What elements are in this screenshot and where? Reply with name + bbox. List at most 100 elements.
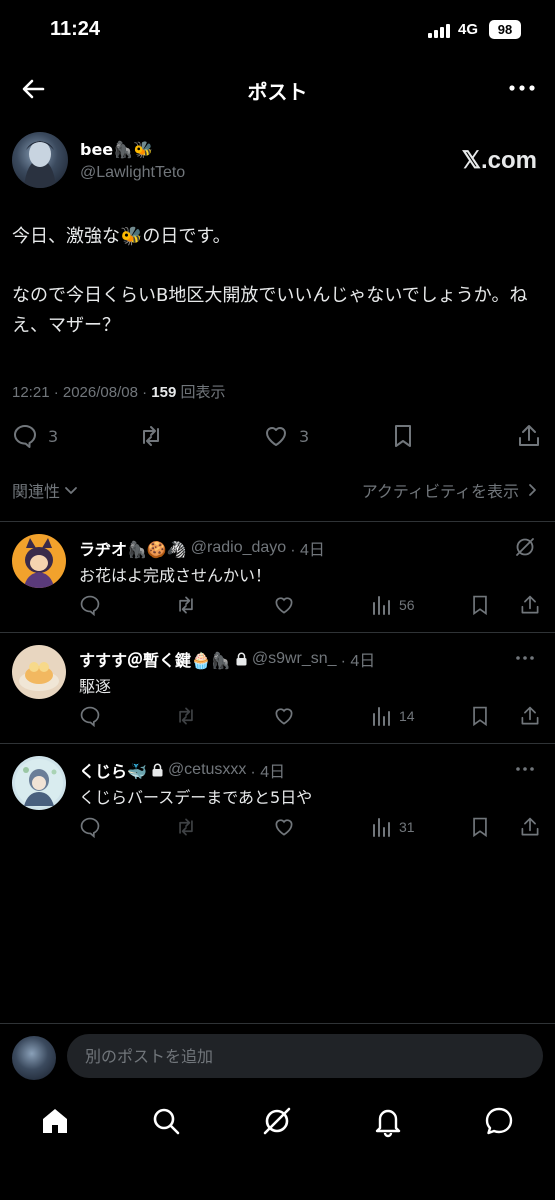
repost-icon — [179, 707, 193, 725]
views-icon — [373, 707, 390, 726]
repost-icon — [179, 596, 193, 614]
reply-count: 3 — [48, 426, 59, 446]
reply-icon — [14, 425, 36, 448]
reply-button[interactable]: 3 — [12, 418, 58, 454]
share-button[interactable] — [519, 816, 541, 838]
share-button[interactable] — [519, 705, 541, 727]
activity-label: アクティビティを表示 — [361, 482, 519, 501]
post-actions: 3 3 — [0, 418, 555, 458]
source-label: 𝕏.com — [461, 147, 537, 174]
bookmark-button[interactable] — [469, 594, 491, 616]
avatar[interactable] — [12, 132, 68, 188]
views-button[interactable]: 31 — [371, 816, 415, 838]
avatar[interactable] — [12, 756, 66, 810]
bookmark-button[interactable] — [469, 705, 491, 727]
reply-time: · 4日 — [340, 653, 376, 670]
view-activity-link[interactable]: アクティビティを表示 — [362, 478, 539, 502]
views-icon — [373, 596, 390, 615]
views-count: 31 — [399, 819, 415, 835]
like-button[interactable] — [273, 594, 295, 616]
share-button[interactable] — [519, 594, 541, 616]
reply-time: · 4日 — [250, 764, 286, 781]
like-button[interactable] — [273, 816, 295, 838]
like-icon — [275, 597, 293, 614]
share-button[interactable] — [516, 418, 542, 454]
grok-icon[interactable] — [260, 1104, 294, 1138]
reply-icon — [80, 595, 100, 616]
repost-button-disabled — [175, 816, 197, 838]
signal-icon — [428, 24, 452, 38]
reply-item[interactable]: くじら🐳 @cetusxxx · 4日 くじらバースデーまであと5日や 31 — [0, 744, 555, 854]
reply-author-name[interactable]: すすす＠暫く鍵🧁🦍 — [79, 647, 231, 671]
share-icon — [521, 706, 539, 725]
reply-composer — [0, 1023, 555, 1089]
reply-actions: 56 — [79, 594, 545, 620]
reply-header: くじら🐳 @cetusxxx · 4日 — [79, 758, 285, 782]
bookmark-button[interactable] — [469, 816, 491, 838]
more-icon[interactable] — [513, 758, 537, 780]
views-count: 56 — [399, 597, 415, 613]
avatar[interactable] — [12, 645, 66, 699]
repost-icon — [143, 426, 159, 446]
author-handle[interactable]: @LawlightTeto — [80, 164, 185, 182]
notifications-icon[interactable] — [371, 1104, 405, 1138]
reply-text: くじらバースデーまであと5日や — [79, 788, 313, 807]
more-icon[interactable] — [507, 76, 537, 100]
reply-icon — [80, 817, 100, 838]
bottom-nav — [0, 1092, 555, 1152]
reply-button[interactable] — [79, 705, 101, 727]
reply-author-name[interactable]: くじら🐳 — [79, 758, 147, 782]
bookmark-button[interactable] — [390, 418, 416, 454]
views-button[interactable]: 56 — [371, 594, 415, 616]
avatar — [12, 1036, 56, 1080]
post-author: bee🦍🐝 @LawlightTeto 𝕏.com — [12, 132, 543, 192]
views-count: 14 — [399, 708, 415, 724]
reply-item[interactable]: ラヂオ🦍🍪🦓 @radio_dayo · 4日 お花はよ完成させんかい！ 56 — [0, 522, 555, 632]
search-icon[interactable] — [149, 1104, 183, 1138]
relevance-dropdown[interactable]: 関連性 — [12, 478, 78, 502]
author-name[interactable]: bee🦍🐝 — [80, 140, 153, 159]
reply-header: すすす＠暫く鍵🧁🦍 @s9wr_sn_ · 4日 — [79, 647, 375, 671]
home-icon[interactable] — [38, 1104, 72, 1138]
reply-author-handle[interactable]: @cetusxxx — [168, 761, 246, 779]
reply-sort-bar: 関連性 アクティビティを表示 — [0, 476, 555, 504]
more-icon[interactable] — [513, 647, 537, 669]
share-icon — [521, 595, 539, 614]
like-icon — [275, 708, 293, 725]
bookmark-icon — [473, 706, 487, 727]
status-time: 11:24 — [50, 18, 101, 40]
reply-author-name[interactable]: ラヂオ🦍🍪🦓 — [79, 536, 187, 560]
reply-author-handle[interactable]: @s9wr_sn_ — [252, 650, 337, 668]
chevron-right-icon — [529, 484, 536, 496]
add-post-input[interactable] — [67, 1034, 543, 1078]
views-count: 159 — [151, 384, 177, 401]
repost-button[interactable] — [138, 418, 164, 454]
avatar[interactable] — [12, 534, 66, 588]
reply-item[interactable]: すすす＠暫く鍵🧁🦍 @s9wr_sn_ · 4日 駆逐 14 — [0, 633, 555, 743]
like-button[interactable]: 3 — [263, 418, 309, 454]
reply-text: お花はよ完成させんかい！ — [79, 566, 272, 585]
reply-time: · 4日 — [290, 542, 325, 559]
share-icon — [521, 817, 539, 836]
repost-icon — [179, 818, 193, 836]
reply-author-handle[interactable]: @radio_dayo — [191, 539, 286, 557]
status-bar: 11:24 4G 98 — [0, 0, 555, 60]
post-text-line: なので今日くらいB地区大開放でいいんじゃないでしょうか。ねえ、マザー？ — [12, 285, 528, 336]
lock-icon — [236, 652, 247, 666]
views-button[interactable]: 14 — [371, 705, 415, 727]
grok-icon[interactable] — [513, 536, 537, 558]
like-button[interactable] — [273, 705, 295, 727]
repost-button[interactable] — [175, 594, 197, 616]
reply-header: ラヂオ🦍🍪🦓 @radio_dayo · 4日 — [79, 536, 325, 560]
post-meta: 12:21 · 2026/08/08 · 159 回表示 — [12, 381, 225, 402]
battery-icon: 98 — [489, 20, 521, 39]
views-label: 回表示 — [176, 384, 226, 401]
like-icon — [275, 819, 293, 836]
reply-button[interactable] — [79, 816, 101, 838]
reply-icon — [80, 706, 100, 727]
top-header: ポスト — [0, 66, 555, 112]
reply-button[interactable] — [79, 594, 101, 616]
reply-text: 駆逐 — [79, 677, 112, 696]
messages-icon[interactable] — [482, 1104, 516, 1138]
network-type: 4G — [458, 21, 479, 38]
